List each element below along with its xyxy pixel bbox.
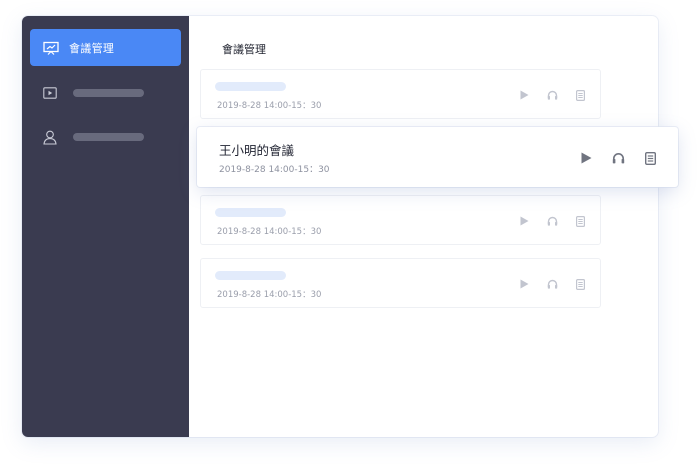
- meeting-title-placeholder: [215, 82, 286, 91]
- meeting-card[interactable]: 2019-8-28 14:00-15：30: [200, 69, 601, 119]
- meeting-time: 2019-8-28 14:00-15：30: [217, 227, 322, 237]
- sidebar: 會議管理: [22, 16, 189, 437]
- video-play-icon: [43, 85, 59, 101]
- meeting-time: 2019-8-28 14:00-15：30: [217, 290, 322, 300]
- headphones-icon[interactable]: [546, 89, 558, 101]
- meeting-title-placeholder: [215, 208, 286, 217]
- meeting-time: 2019-8-28 14:00-15：30: [217, 101, 322, 111]
- presentation-chart-icon: [43, 40, 59, 56]
- meeting-card[interactable]: 2019-8-28 14:00-15：30: [200, 258, 601, 308]
- user-icon: [43, 129, 59, 145]
- headphones-icon[interactable]: [611, 151, 625, 165]
- notes-icon[interactable]: [574, 89, 586, 101]
- sidebar-item-meeting-management[interactable]: 會議管理: [30, 29, 181, 66]
- play-icon[interactable]: [518, 89, 530, 101]
- meeting-time: 2019-8-28 14:00-15：30: [219, 165, 330, 175]
- sidebar-item-user[interactable]: [30, 122, 181, 152]
- notes-icon[interactable]: [643, 151, 657, 165]
- meeting-title-placeholder: [215, 271, 286, 280]
- sidebar-item-label: 會議管理: [69, 41, 115, 55]
- sidebar-item-placeholder: [73, 89, 144, 97]
- highlighted-meeting-card[interactable]: 王小明的會議 2019-8-28 14:00-15：30: [197, 127, 678, 187]
- sidebar-item-video[interactable]: [30, 78, 181, 108]
- headphones-icon[interactable]: [546, 278, 558, 290]
- play-icon[interactable]: [518, 278, 530, 290]
- page-title: 會議管理: [222, 43, 266, 56]
- meeting-card[interactable]: 2019-8-28 14:00-15：30: [200, 195, 601, 245]
- play-icon[interactable]: [579, 151, 593, 165]
- notes-icon[interactable]: [574, 215, 586, 227]
- meeting-name: 王小明的會議: [219, 143, 295, 158]
- sidebar-item-placeholder: [73, 133, 144, 141]
- play-icon[interactable]: [518, 215, 530, 227]
- headphones-icon[interactable]: [546, 215, 558, 227]
- notes-icon[interactable]: [574, 278, 586, 290]
